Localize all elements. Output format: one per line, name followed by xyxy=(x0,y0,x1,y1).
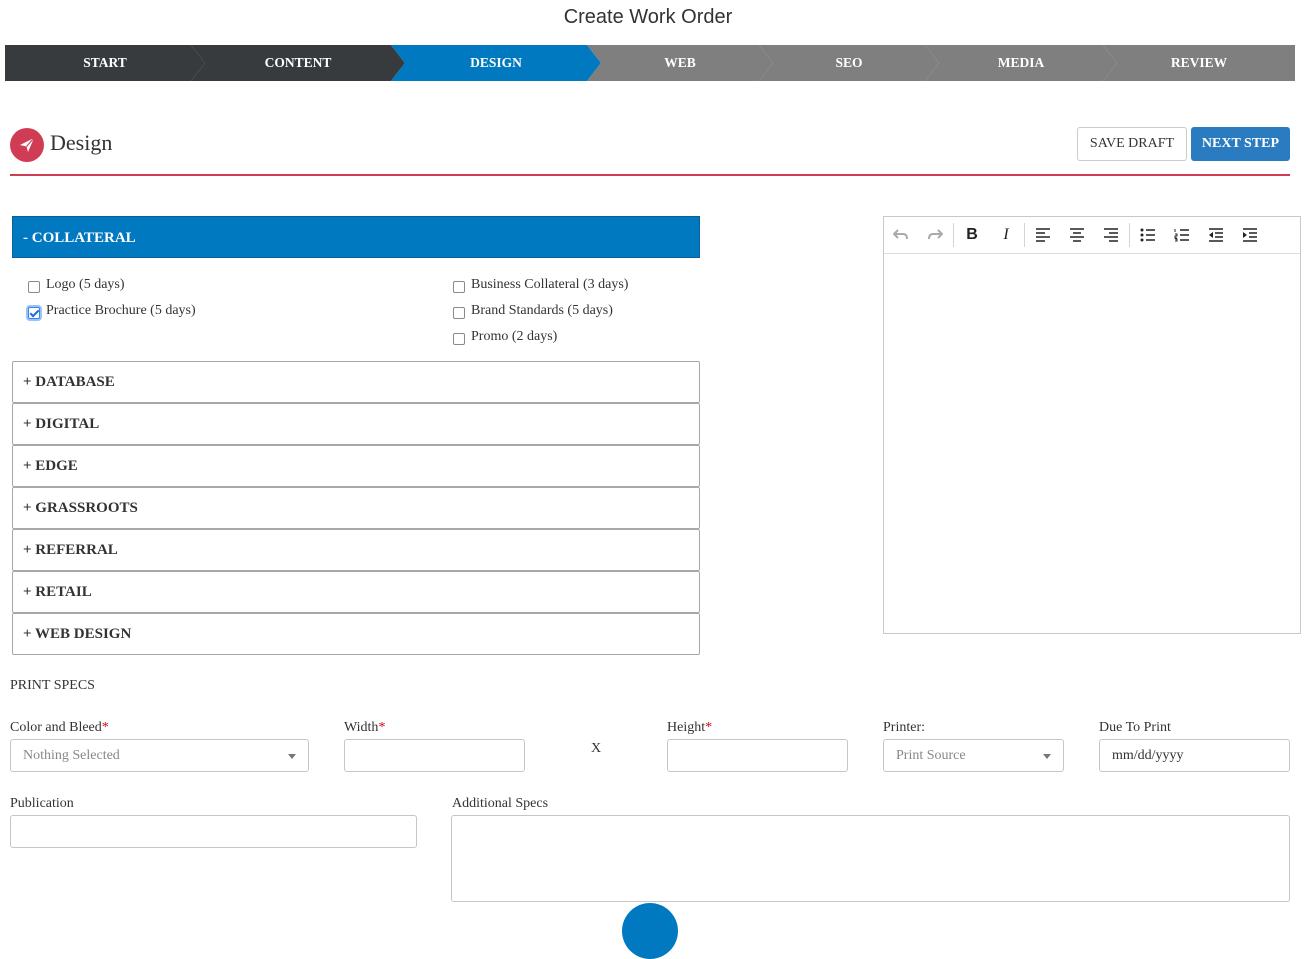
align-left-icon[interactable] xyxy=(1026,218,1060,252)
step-media[interactable]: MEDIA xyxy=(925,45,1117,81)
step-review[interactable]: REVIEW xyxy=(1103,45,1295,81)
rich-text-editor[interactable]: B I xyxy=(883,216,1301,634)
checkbox-label: Business Collateral (3 days) xyxy=(471,277,629,292)
printer-label: Printer: xyxy=(883,720,925,735)
color-bleed-select[interactable]: Nothing Selected xyxy=(10,739,309,772)
color-bleed-label: Color and Bleed* xyxy=(10,720,109,735)
save-draft-button[interactable]: SAVE DRAFT xyxy=(1077,127,1187,161)
checkbox[interactable] xyxy=(453,281,465,293)
printer-select[interactable]: Print Source xyxy=(883,739,1064,772)
next-step-button[interactable]: NEXT STEP xyxy=(1191,127,1290,161)
align-center-icon[interactable] xyxy=(1060,218,1094,252)
checkbox-label: Brand Standards (5 days) xyxy=(471,303,613,318)
accordion-digital[interactable]: + DIGITAL xyxy=(12,403,700,445)
accordion-collateral[interactable]: - COLLATERAL xyxy=(12,216,700,258)
numbered-list-icon[interactable] xyxy=(1165,218,1199,252)
checkbox-label: Practice Brochure (5 days) xyxy=(46,303,196,318)
indent-icon[interactable] xyxy=(1233,218,1267,252)
checkbox-promo[interactable]: Promo (2 days) xyxy=(453,329,557,345)
accordion-edge[interactable]: + EDGE xyxy=(12,445,700,487)
step-content[interactable]: CONTENT xyxy=(191,45,405,81)
step-web[interactable]: WEB xyxy=(587,45,773,81)
checkbox-checked[interactable] xyxy=(28,307,40,319)
color-bleed-value: Nothing Selected xyxy=(23,748,120,763)
print-specs-heading: PRINT SPECS xyxy=(10,678,95,693)
checkbox-business-collateral[interactable]: Business Collateral (3 days) xyxy=(453,277,628,293)
align-right-icon[interactable] xyxy=(1094,218,1128,252)
checkbox-practice-brochure[interactable]: Practice Brochure (5 days) xyxy=(28,303,196,319)
publication-input[interactable] xyxy=(10,815,417,848)
step-design[interactable]: DESIGN xyxy=(391,45,601,81)
width-input[interactable] xyxy=(344,739,525,772)
accordion-grassroots[interactable]: + GRASSROOTS xyxy=(12,487,700,529)
progress-steps: START CONTENT DESIGN WEB SEO MEDIA REVIE… xyxy=(5,45,1295,81)
editor-toolbar: B I xyxy=(884,217,1300,254)
date-placeholder: mm/dd/yyyy xyxy=(1112,748,1184,763)
page-title: Create Work Order xyxy=(563,6,733,28)
checkbox-logo[interactable]: Logo (5 days) xyxy=(28,277,125,293)
redo-icon[interactable] xyxy=(918,218,952,252)
checkbox[interactable] xyxy=(28,281,40,293)
accordion-web-design[interactable]: + WEB DESIGN xyxy=(12,613,700,655)
additional-specs-label: Additional Specs xyxy=(452,796,549,811)
outdent-icon[interactable] xyxy=(1199,218,1233,252)
floating-action-button[interactable] xyxy=(622,903,678,959)
step-start[interactable]: START xyxy=(5,45,205,81)
width-label: Width* xyxy=(344,720,386,735)
bold-icon[interactable]: B xyxy=(955,218,989,252)
height-label: Height* xyxy=(667,720,713,735)
caret-down-icon xyxy=(288,754,296,759)
paper-plane-icon xyxy=(10,128,44,162)
checkbox[interactable] xyxy=(453,333,465,345)
italic-icon[interactable]: I xyxy=(989,218,1023,252)
due-to-print-date-input[interactable]: mm/dd/yyyy xyxy=(1099,739,1290,772)
publication-label: Publication xyxy=(10,796,74,811)
accordion-database[interactable]: + DATABASE xyxy=(12,361,700,403)
section-divider xyxy=(10,174,1290,176)
accordion-retail[interactable]: + RETAIL xyxy=(12,571,700,613)
checkbox-label: Promo (2 days) xyxy=(471,329,558,344)
due-to-print-label: Due To Print xyxy=(1099,720,1171,735)
caret-down-icon xyxy=(1043,754,1051,759)
undo-icon[interactable] xyxy=(884,218,918,252)
accordion-referral[interactable]: + REFERRAL xyxy=(12,529,700,571)
checkbox-label: Logo (5 days) xyxy=(46,277,125,292)
checkbox[interactable] xyxy=(453,307,465,319)
dimension-x-label: X xyxy=(591,741,602,756)
bullet-list-icon[interactable] xyxy=(1131,218,1165,252)
printer-value: Print Source xyxy=(896,748,966,763)
section-title: Design xyxy=(50,130,113,155)
checkbox-brand-standards[interactable]: Brand Standards (5 days) xyxy=(453,303,613,319)
step-seo[interactable]: SEO xyxy=(759,45,939,81)
additional-specs-textarea[interactable] xyxy=(451,815,1290,902)
height-input[interactable] xyxy=(667,739,848,772)
